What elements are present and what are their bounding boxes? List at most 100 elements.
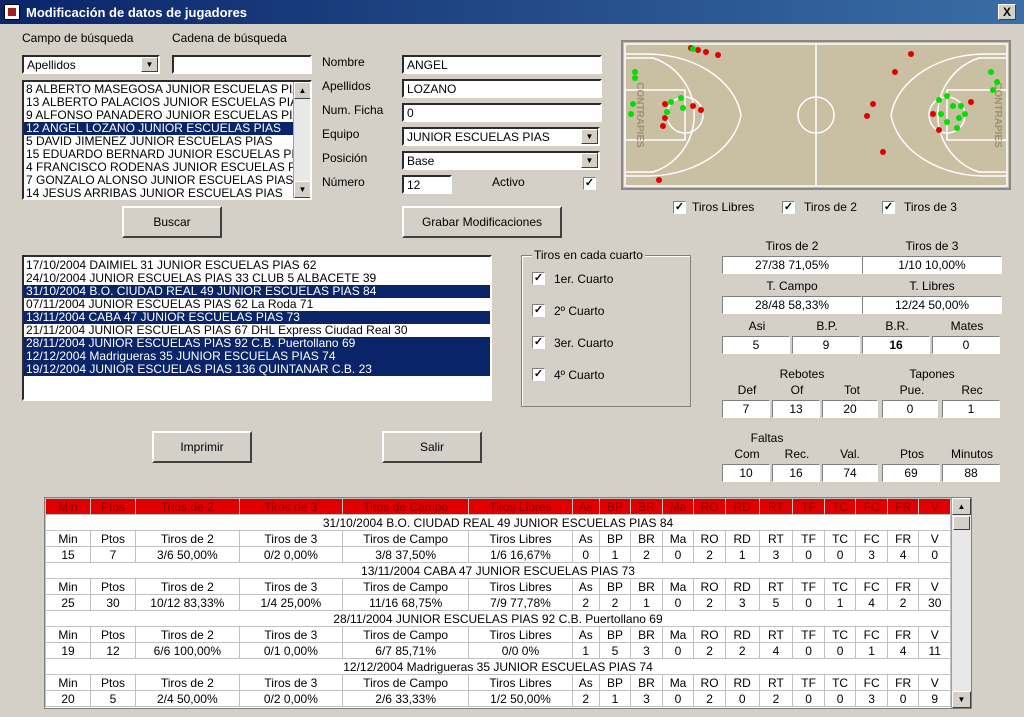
grid-cell: 15 xyxy=(45,546,92,563)
grid-cell: 2 xyxy=(630,546,663,563)
quarter-4-checkbox[interactable]: ✓ xyxy=(532,368,545,381)
player-list-item[interactable]: 9 ALFONSO PANADERO JUNIOR ESCUELAS PIAS xyxy=(24,109,295,122)
ficha-field[interactable]: 0 xyxy=(402,103,602,122)
grid-cell: 0/0 0% xyxy=(468,642,573,659)
scroll-down-icon[interactable]: ▼ xyxy=(952,691,971,708)
game-list-item[interactable]: 17/10/2004 DAIMIEL 31 JUNIOR ESCUELAS PI… xyxy=(24,259,490,272)
scroll-up-icon[interactable]: ▲ xyxy=(952,498,971,515)
posicion-dropdown[interactable]: Base ▼ xyxy=(402,151,600,170)
games-list[interactable]: 17/10/2004 DAIMIEL 31 JUNIOR ESCUELAS PI… xyxy=(22,255,492,401)
ficha-label: Num. Ficha xyxy=(322,103,384,117)
search-field-value: Apellidos xyxy=(27,58,76,72)
shot-chart-court[interactable]: CONTRAPIES CONTRAPIES xyxy=(621,40,1011,190)
grid-cell: BP xyxy=(598,626,632,643)
br-value: 16 xyxy=(862,336,930,354)
print-button[interactable]: Imprimir xyxy=(152,431,252,463)
grid-cell: 2 xyxy=(693,546,726,563)
grid-cell: TC xyxy=(823,626,857,643)
numero-field[interactable]: 12 xyxy=(402,175,452,194)
grid-cell: Tiros de 3 xyxy=(238,674,344,691)
grid-cell: Min xyxy=(45,578,92,595)
game-list-item[interactable]: 21/11/2004 JUNIOR ESCUELAS PIAS 67 DHL E… xyxy=(24,324,490,337)
posicion-label: Posición xyxy=(322,151,368,165)
grid-cell: 1 xyxy=(571,642,600,659)
search-field-dropdown[interactable]: Apellidos ▼ xyxy=(22,55,160,74)
grid-cell: As xyxy=(571,498,600,515)
grid-cell: 0 xyxy=(724,690,760,707)
mates-label: Mates xyxy=(950,319,984,333)
game-list-item[interactable]: 12/12/2004 Madrigueras 35 JUNIOR ESCUELA… xyxy=(24,350,490,363)
game-list-item[interactable]: 31/10/2004 B.O. CIUDAD REAL 49 JUNIOR ES… xyxy=(24,285,490,298)
player-list-item[interactable]: 8 ALBERTO MASEGOSA JUNIOR ESCUELAS PIAS xyxy=(24,83,295,96)
game-list-item[interactable]: 19/12/2004 JUNIOR ESCUELAS PIAS 136 QUIN… xyxy=(24,363,490,376)
val-value: 74 xyxy=(822,464,878,482)
player-list-item[interactable]: 4 FRANCISCO RODENAS JUNIOR ESCUELAS PIAS xyxy=(24,161,295,174)
equipo-dropdown[interactable]: JUNIOR ESCUELAS PIAS ▼ xyxy=(402,127,600,146)
tiros-libres-checkbox[interactable]: ✓ xyxy=(673,201,686,214)
tot-value: 20 xyxy=(822,400,878,418)
player-list-item[interactable]: 13 ALBERTO PALACIOS JUNIOR ESCUELAS PIAS xyxy=(24,96,295,109)
t2-label: Tiros de 2 xyxy=(765,239,819,253)
search-button[interactable]: Buscar xyxy=(122,206,222,238)
grid-cell: 6/6 100,00% xyxy=(135,642,240,659)
grid-cell: 2 xyxy=(693,690,726,707)
player-list-item[interactable]: 5 DAVID JIMENEZ JUNIOR ESCUELAS PIAS xyxy=(24,135,295,148)
player-list-item[interactable]: 12 ANGEL LOZANO JUNIOR ESCUELAS PIAS xyxy=(24,122,295,135)
quarter-1-checkbox[interactable]: ✓ xyxy=(532,272,545,285)
game-list-item[interactable]: 13/11/2004 CABA 47 JUNIOR ESCUELAS PIAS … xyxy=(24,311,490,324)
grid-cell: Tiros de Campo xyxy=(342,674,470,691)
player-list-item[interactable]: 7 GONZALO ALONSO JUNIOR ESCUELAS PIAS xyxy=(24,174,295,187)
grid-cell: 11 xyxy=(918,642,951,659)
minutos-value: 88 xyxy=(942,464,1000,482)
grid-cell: BR xyxy=(630,530,663,547)
quarter-4-label: 4º Cuarto xyxy=(554,368,605,382)
player-list-item[interactable]: 15 EDUARDO BERNARD JUNIOR ESCUELAS PIAS xyxy=(24,148,295,161)
grid-cell: RD xyxy=(724,530,760,547)
grid-cell: As xyxy=(571,578,600,595)
activo-label: Activo xyxy=(492,175,525,189)
grid-cell: TC xyxy=(823,498,857,515)
activo-checkbox[interactable]: ✓ xyxy=(583,177,596,190)
chevron-down-icon[interactable]: ▼ xyxy=(581,153,598,168)
apellidos-field[interactable]: LOZANO xyxy=(402,79,602,98)
game-list-item[interactable]: 07/11/2004 JUNIOR ESCUELAS PIAS 62 La Ro… xyxy=(24,298,490,311)
stats-grid-scrollbar[interactable]: ▲ ▼ xyxy=(951,498,971,708)
grid-cell: TF xyxy=(792,530,825,547)
grid-cell: Ma xyxy=(661,674,695,691)
stats-grid[interactable]: Min Ptos Tiros de 2 Tiros de 3 Tiros de Camp… xyxy=(44,497,972,709)
chevron-down-icon[interactable]: ▼ xyxy=(141,57,158,72)
equipo-label: Equipo xyxy=(322,127,360,141)
scroll-down-icon[interactable]: ▼ xyxy=(294,181,310,198)
rec-label: Rec xyxy=(961,383,983,397)
player-list[interactable]: 8 ALBERTO MASEGOSA JUNIOR ESCUELAS PIAS 1… xyxy=(22,80,312,200)
scroll-thumb[interactable] xyxy=(953,516,970,530)
grid-cell: As xyxy=(571,626,600,643)
grid-cell: 30 xyxy=(90,594,137,611)
grid-cell: 2 xyxy=(886,594,920,611)
quarter-3-checkbox[interactable]: ✓ xyxy=(532,336,545,349)
quarter-2-checkbox[interactable]: ✓ xyxy=(532,304,545,317)
tiros-de-3-checkbox[interactable]: ✓ xyxy=(882,201,895,214)
game-list-item[interactable]: 24/10/2004 JUNIOR ESCUELAS PIAS 33 CLUB … xyxy=(24,272,490,285)
exit-button[interactable]: Salir xyxy=(382,431,482,463)
grid-cell: 3 xyxy=(630,690,663,707)
grid-cell: RT xyxy=(758,674,794,691)
grid-cell: 2 xyxy=(693,642,726,659)
table-row: 15 7 3/6 50,00% 0/2 0,00% 3/8 37,50% 1/6 16,6… xyxy=(45,546,951,563)
grid-cell: 6/7 85,71% xyxy=(342,642,470,659)
grid-cell: FR xyxy=(886,498,920,515)
search-string-input[interactable] xyxy=(172,55,312,74)
grid-cell: 0/2 0,00% xyxy=(238,546,344,563)
save-button[interactable]: Grabar Modificaciones xyxy=(402,206,562,238)
grid-cell: Tiros de 2 xyxy=(135,626,240,643)
scroll-up-icon[interactable]: ▲ xyxy=(294,82,310,99)
grid-cell: 1/2 50,00% xyxy=(468,690,573,707)
nombre-field[interactable]: ANGEL xyxy=(402,55,602,74)
player-list-item[interactable]: 14 JESUS ARRIBAS JUNIOR ESCUELAS PIAS xyxy=(24,187,295,198)
close-button[interactable]: X xyxy=(998,4,1016,20)
grid-cell: RO xyxy=(693,498,726,515)
tiros-de-2-checkbox[interactable]: ✓ xyxy=(782,201,795,214)
player-list-scrollbar[interactable]: ▲ ▼ xyxy=(293,82,310,198)
chevron-down-icon[interactable]: ▼ xyxy=(581,129,598,144)
game-list-item[interactable]: 28/11/2004 JUNIOR ESCUELAS PIAS 92 C.B. … xyxy=(24,337,490,350)
